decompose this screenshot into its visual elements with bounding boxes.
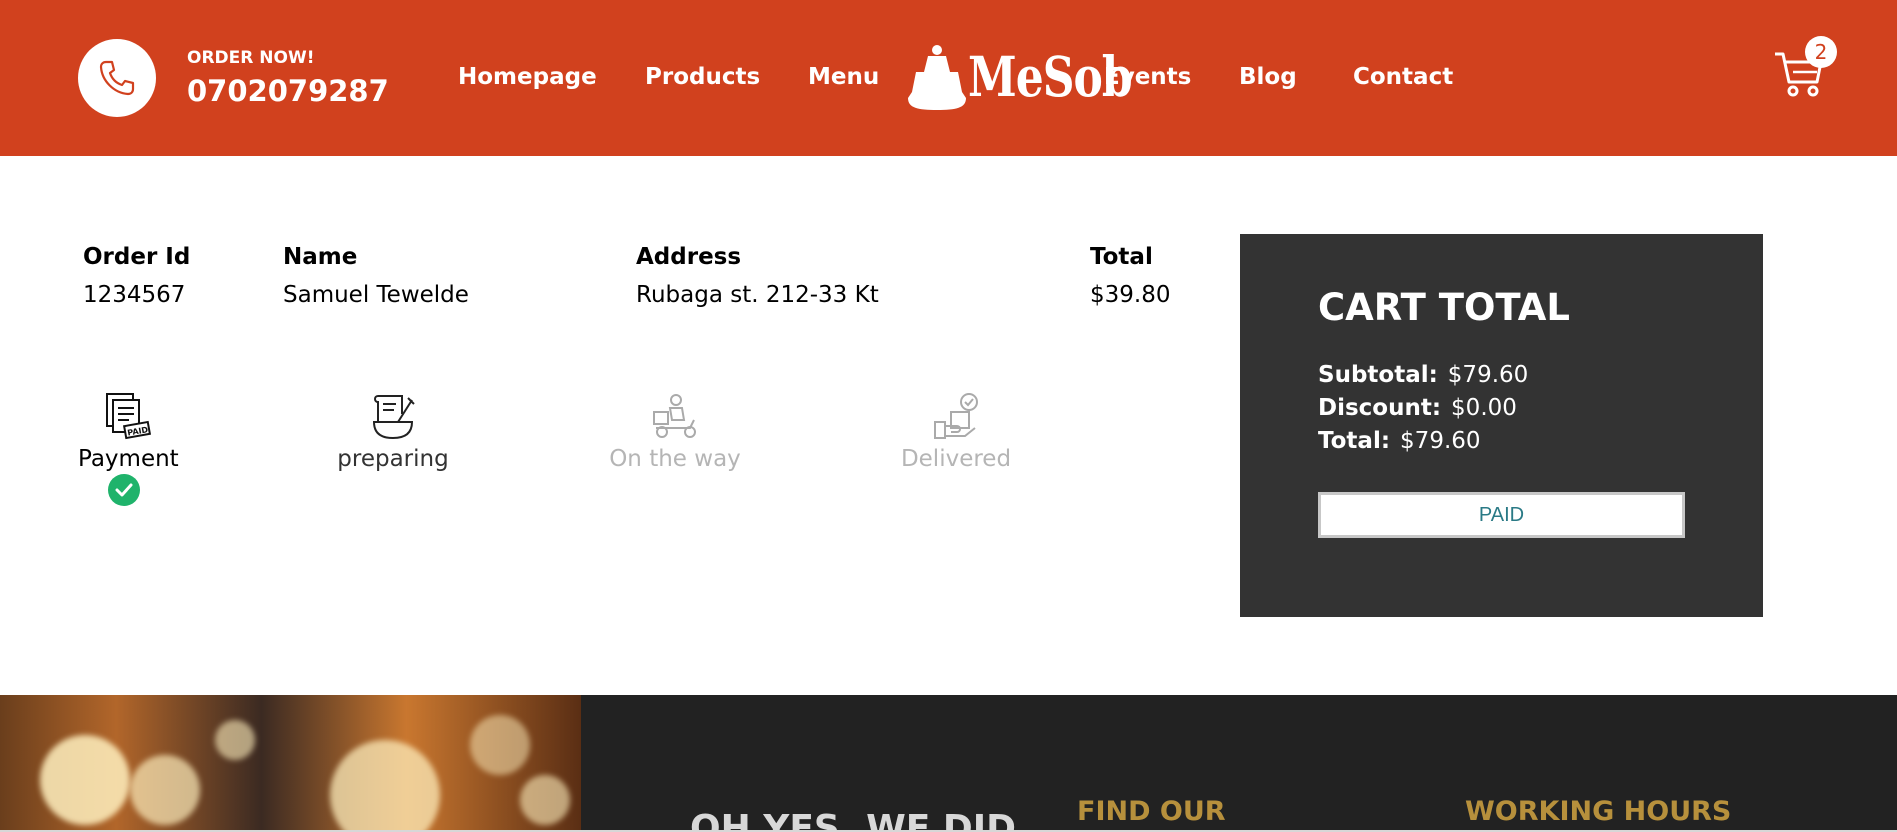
total-header: Total (1090, 244, 1153, 270)
delivery-scooter-icon (653, 394, 696, 438)
order-phone-number[interactable]: 0702079287 (187, 74, 389, 108)
address-header: Address (636, 244, 742, 270)
total-value: $39.80 (1090, 282, 1171, 308)
cart-total-row: Total: $79.60 (1318, 428, 1481, 454)
subtotal-label: Subtotal: (1318, 362, 1438, 388)
status-step-payment: PAID Payment (78, 392, 179, 472)
cart-total-value: $79.60 (1400, 428, 1481, 454)
cart-total-title: CART TOTAL (1318, 286, 1571, 329)
footer-motto: OH YES, WE DID (690, 808, 1017, 832)
nav-blog[interactable]: Blog (1239, 64, 1297, 90)
status-step-delivered: Delivered (900, 392, 1012, 472)
order-id-header: Order Id (83, 244, 191, 270)
footer-bokeh-image (0, 695, 581, 832)
address-value: Rubaga st. 212-33 Kt (636, 282, 879, 308)
status-label-on-the-way: On the way (609, 446, 741, 472)
phone-button[interactable] (78, 39, 156, 117)
name-value: Samuel Tewelde (283, 282, 469, 308)
status-step-on-the-way: On the way (608, 392, 742, 472)
nav-contact[interactable]: Contact (1353, 64, 1453, 90)
cart-count-badge: 2 (1805, 36, 1837, 68)
paid-button[interactable]: PAID (1318, 492, 1685, 538)
status-step-preparing: preparing (328, 392, 458, 472)
status-label-delivered: Delivered (900, 446, 1012, 472)
status-label-payment: Payment (78, 446, 179, 472)
status-label-preparing: preparing (337, 446, 449, 472)
mesob-basket-icon (908, 45, 966, 110)
phone-icon (99, 60, 135, 96)
nav-products[interactable]: Products (645, 64, 760, 90)
cart-total-label: Total: (1318, 428, 1391, 454)
check-icon (108, 474, 140, 506)
discount-label: Discount: (1318, 395, 1442, 421)
order-now-label: ORDER NOW! (187, 48, 315, 68)
working-hours-heading: WORKING HOURS (1465, 796, 1732, 827)
navbar: ORDER NOW! 0702079287 Homepage Products … (0, 0, 1897, 156)
discount-value: $0.00 (1451, 395, 1517, 421)
delivered-package-icon (934, 393, 978, 439)
discount-row: Discount: $0.00 (1318, 395, 1517, 421)
subtotal-row: Subtotal: $79.60 (1318, 362, 1528, 388)
nav-homepage[interactable]: Homepage (458, 64, 597, 90)
cooking-recipe-icon (372, 395, 415, 440)
nav-events[interactable]: Events (1104, 64, 1191, 90)
order-id-value: 1234567 (83, 282, 186, 308)
find-us-heading: FIND OUR (1077, 796, 1226, 827)
paid-document-icon: PAID (106, 393, 151, 440)
subtotal-value: $79.60 (1447, 362, 1529, 388)
nav-menu[interactable]: Menu (808, 64, 879, 90)
logo[interactable]: MeSob (906, 42, 1133, 114)
name-header: Name (283, 244, 358, 270)
cart-total-panel: CART TOTAL Subtotal: $79.60 Discount: $0.0… (1240, 234, 1763, 617)
